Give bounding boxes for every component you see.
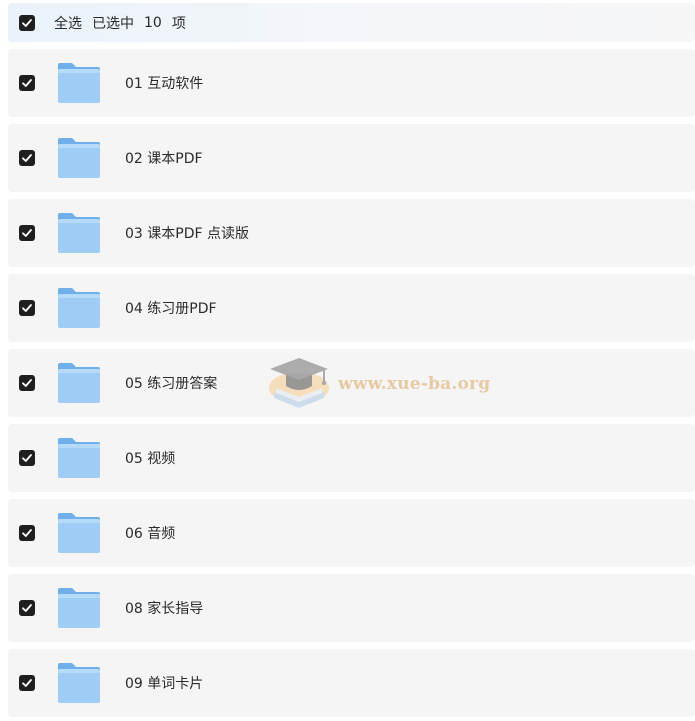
folder-icon — [58, 63, 100, 103]
folder-name: 01 互动软件 — [125, 76, 204, 92]
folder-icon — [58, 513, 100, 553]
checkmark-icon — [22, 79, 32, 87]
folder-name: 02 课本PDF — [125, 151, 203, 167]
folder-row[interactable]: 04 练习册PDF — [8, 274, 695, 342]
folder-row[interactable]: 05 视频 — [8, 424, 695, 492]
checkmark-icon — [22, 454, 32, 462]
folder-name: 03 课本PDF 点读版 — [125, 226, 249, 242]
row-checkbox[interactable] — [19, 450, 35, 466]
row-checkbox[interactable] — [19, 300, 35, 316]
row-checkbox[interactable] — [19, 525, 35, 541]
folder-icon — [58, 288, 100, 328]
folder-name: 05 练习册答案 — [125, 376, 218, 392]
checkmark-icon — [22, 229, 32, 237]
folder-icon — [58, 363, 100, 403]
checkmark-icon — [22, 379, 32, 387]
select-all-checkbox[interactable] — [19, 14, 35, 31]
row-checkbox[interactable] — [19, 375, 35, 391]
folder-icon — [58, 588, 100, 628]
selection-summary: 全选 已选中 10 项 — [54, 13, 196, 33]
selected-count: 10 — [144, 14, 162, 31]
folder-icon — [58, 663, 100, 703]
checkmark-icon — [22, 18, 32, 27]
folder-list: 01 互动软件 02 课本PDF 03 课本PDF 点读版 04 练习册PDF 05 练… — [8, 49, 695, 721]
folder-row[interactable]: 01 互动软件 — [8, 49, 695, 117]
row-checkbox[interactable] — [19, 150, 35, 166]
file-selection-panel: 全选 已选中 10 项 01 互动软件 02 课本PDF 03 课本PDF 点读版 0… — [0, 0, 695, 721]
select-all-label[interactable]: 全选 — [54, 13, 82, 33]
folder-name: 08 家长指导 — [125, 601, 204, 617]
folder-name: 09 单词卡片 — [125, 676, 204, 692]
folder-row[interactable]: 06 音频 — [8, 499, 695, 567]
folder-row[interactable]: 09 单词卡片 — [8, 649, 695, 717]
selected-prefix: 已选中 — [92, 15, 134, 32]
checkmark-icon — [22, 529, 32, 537]
checkmark-icon — [22, 154, 32, 162]
row-checkbox[interactable] — [19, 600, 35, 616]
select-all-bar: 全选 已选中 10 项 — [8, 3, 695, 42]
row-checkbox[interactable] — [19, 225, 35, 241]
folder-row[interactable]: 05 练习册答案 — [8, 349, 695, 417]
row-checkbox[interactable] — [19, 75, 35, 91]
folder-icon — [58, 438, 100, 478]
folder-icon — [58, 138, 100, 178]
folder-row[interactable]: 08 家长指导 — [8, 574, 695, 642]
folder-row[interactable]: 03 课本PDF 点读版 — [8, 199, 695, 267]
folder-name: 06 音频 — [125, 526, 176, 542]
selected-suffix: 项 — [171, 15, 186, 32]
checkmark-icon — [22, 304, 32, 312]
checkmark-icon — [22, 604, 32, 612]
row-checkbox[interactable] — [19, 675, 35, 691]
folder-icon — [58, 213, 100, 253]
checkmark-icon — [22, 679, 32, 687]
folder-name: 04 练习册PDF — [125, 301, 217, 317]
folder-row[interactable]: 02 课本PDF — [8, 124, 695, 192]
folder-name: 05 视频 — [125, 451, 176, 467]
